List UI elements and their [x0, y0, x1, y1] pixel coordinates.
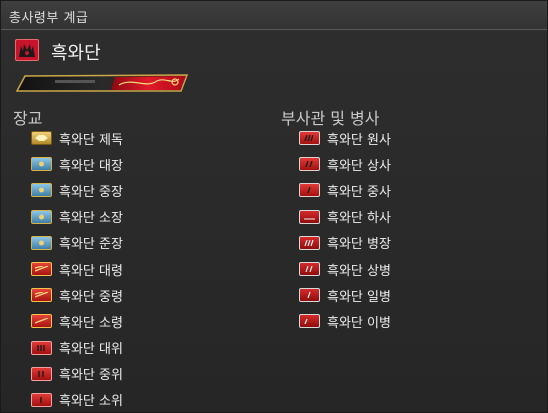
- rank-label: 흑와단 대위: [59, 342, 123, 358]
- red-stripes-icon: [31, 392, 52, 407]
- red-stripes-icon: [31, 340, 52, 355]
- officer-rank-list: 흑와단 제독 흑와단 대장 흑와단 중장 흑와단 소장 흑와단 준장 흑와단 대…: [31, 125, 123, 413]
- officer-rank-item: 흑와단 중위: [31, 361, 123, 387]
- blue-gold-insignia-icon: [31, 209, 52, 224]
- blue-gold-insignia-icon: [31, 183, 52, 198]
- nco-rank-item: 흑와단 중사: [299, 177, 391, 203]
- red-chevron-icon: [299, 288, 320, 303]
- red-chevron-icon: [299, 235, 320, 250]
- red-chevron-icon: [299, 209, 320, 224]
- red-chevron-icon: [299, 262, 320, 277]
- rank-label: 흑와단 일병: [327, 289, 391, 305]
- flame-emblem-icon: [15, 39, 39, 61]
- red-chevron-icon: [299, 183, 320, 198]
- rank-progress-bar-emblem: [15, 73, 191, 93]
- rank-label: 흑와단 상병: [327, 263, 391, 279]
- red-gold-bars-icon: [31, 314, 52, 329]
- blue-gold-insignia-icon: [31, 235, 52, 250]
- officer-rank-item: 흑와단 제독: [31, 125, 123, 151]
- nco-rank-item: 흑와단 이병: [299, 308, 391, 334]
- officer-rank-item: 흑와단 소장: [31, 204, 123, 230]
- red-gold-bars-icon: [31, 288, 52, 303]
- window-titlebar[interactable]: 총사령부 계급: [1, 1, 547, 30]
- red-stripes-icon: [31, 366, 52, 381]
- rank-label: 흑와단 상사: [327, 158, 391, 174]
- officer-rank-item: 흑와단 대령: [31, 256, 123, 282]
- blue-gold-insignia-icon: [31, 157, 52, 172]
- officer-rank-item: 흑와단 소령: [31, 308, 123, 334]
- rank-label: 흑와단 하사: [327, 211, 391, 227]
- nco-rank-item: 흑와단 상병: [299, 256, 391, 282]
- rank-label: 흑와단 소위: [59, 394, 123, 410]
- officer-rank-item: 흑와단 대위: [31, 335, 123, 361]
- rank-label: 흑와단 원사: [327, 132, 391, 148]
- red-chevron-icon: [299, 131, 320, 146]
- rank-label: 흑와단 대령: [59, 263, 123, 279]
- rank-label: 흑와단 대장: [59, 158, 123, 174]
- rank-label: 흑와단 제독: [59, 132, 123, 148]
- rank-label: 흑와단 소장: [59, 211, 123, 227]
- red-chevron-icon: [299, 314, 320, 329]
- rank-label: 흑와단 중위: [59, 368, 123, 384]
- grand-company-name: 흑와단: [51, 43, 101, 64]
- officer-rank-item: 흑와단 중장: [31, 177, 123, 203]
- nco-rank-item: 흑와단 하사: [299, 204, 391, 230]
- nco-rank-item: 흑와단 상사: [299, 151, 391, 177]
- rank-label: 흑와단 소령: [59, 315, 123, 331]
- officer-rank-item: 흑와단 준장: [31, 230, 123, 256]
- window-title: 총사령부 계급: [9, 11, 89, 26]
- nco-rank-item: 흑와단 원사: [299, 125, 391, 151]
- rank-label: 흑와단 이병: [327, 315, 391, 331]
- nco-rank-list: 흑와단 원사 흑와단 상사 흑와단 중사 흑와단 하사 흑와단 병장 흑와단 상…: [299, 125, 391, 335]
- grand-company-ranks-window: 총사령부 계급 흑와단 장교 흑와단 제독 흑와단 대장 흑와단 중장 흑와단 …: [0, 0, 548, 413]
- nco-rank-item: 흑와단 일병: [299, 282, 391, 308]
- rank-label: 흑와단 중령: [59, 289, 123, 305]
- officer-rank-item: 흑와단 대장: [31, 151, 123, 177]
- officer-rank-item: 흑와단 소위: [31, 387, 123, 413]
- rank-label: 흑와단 중사: [327, 184, 391, 200]
- red-chevron-icon: [299, 157, 320, 172]
- rank-label: 흑와단 중장: [59, 184, 123, 200]
- red-gold-bars-icon: [31, 262, 52, 277]
- gold-insignia-icon: [31, 131, 52, 146]
- officer-rank-item: 흑와단 중령: [31, 282, 123, 308]
- nco-rank-item: 흑와단 병장: [299, 230, 391, 256]
- rank-label: 흑와단 준장: [59, 237, 123, 253]
- rank-label: 흑와단 병장: [327, 237, 391, 253]
